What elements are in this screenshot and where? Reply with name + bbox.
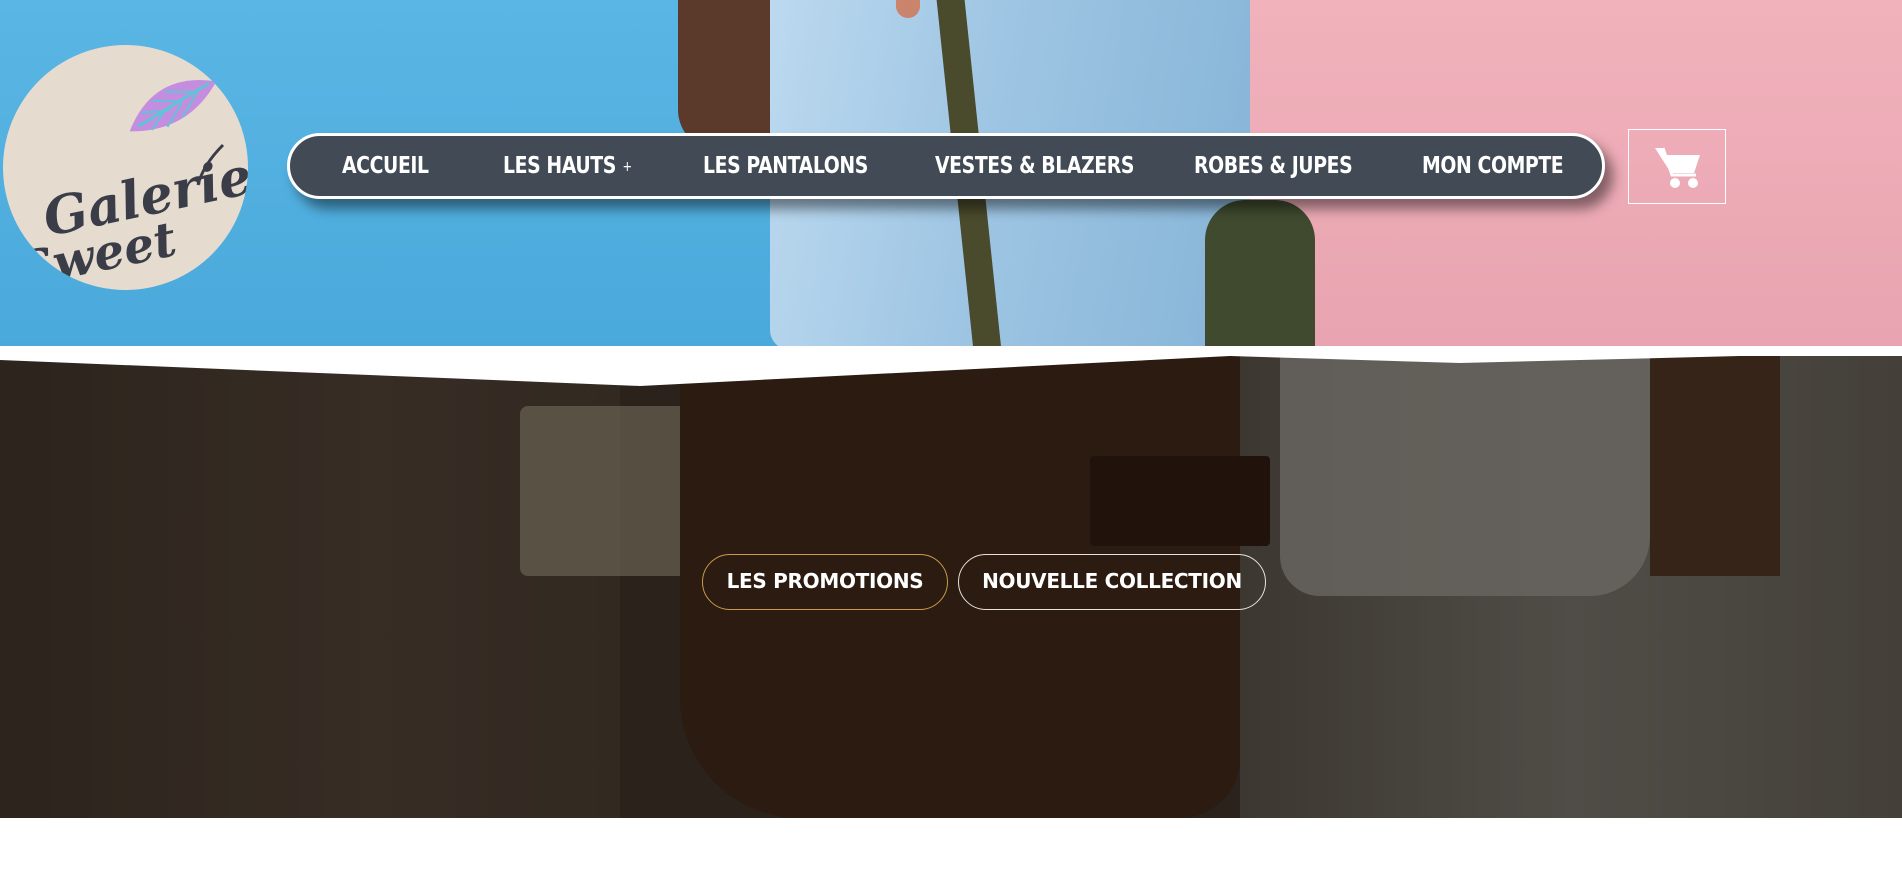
nav-item-label: VESTES & BLAZERS	[935, 153, 1135, 179]
nav-item-accueil[interactable]: ACCUEIL	[342, 136, 429, 196]
section-divider	[0, 346, 1902, 386]
nav-item-les-hauts[interactable]: LES HAUTS +	[503, 136, 632, 196]
nav-item-robes-jupes[interactable]: ROBES & JUPES	[1194, 136, 1353, 196]
cart-button[interactable]	[1628, 129, 1726, 204]
main-nav: ACCUEIL LES HAUTS + LES PANTALONS VESTES …	[287, 133, 1605, 199]
model-backpack	[1205, 200, 1315, 350]
dark-overlay	[0, 356, 1902, 818]
nav-item-label: LES HAUTS	[503, 153, 616, 179]
hero-bottom-image	[0, 356, 1902, 818]
logo-artwork: Galerie Sweet	[14, 80, 248, 290]
nav-item-vestes-blazers[interactable]: VESTES & BLAZERS	[935, 136, 1134, 196]
nav-item-label: MON COMPTE	[1422, 153, 1564, 179]
new-collection-button[interactable]: NOUVELLE COLLECTION	[958, 554, 1266, 610]
nav-item-label: ROBES & JUPES	[1194, 153, 1353, 179]
shopping-cart-icon	[1655, 147, 1700, 188]
plus-icon[interactable]: +	[622, 137, 632, 197]
nav-item-mon-compte[interactable]: MON COMPTE	[1422, 136, 1564, 196]
nav-item-label: ACCUEIL	[342, 153, 429, 179]
promotions-button[interactable]: LES PROMOTIONS	[702, 554, 948, 610]
nav-item-les-pantalons[interactable]: LES PANTALONS	[703, 136, 868, 196]
site-logo[interactable]: Galerie Sweet	[3, 45, 248, 290]
nav-item-label: LES PANTALONS	[703, 153, 868, 179]
